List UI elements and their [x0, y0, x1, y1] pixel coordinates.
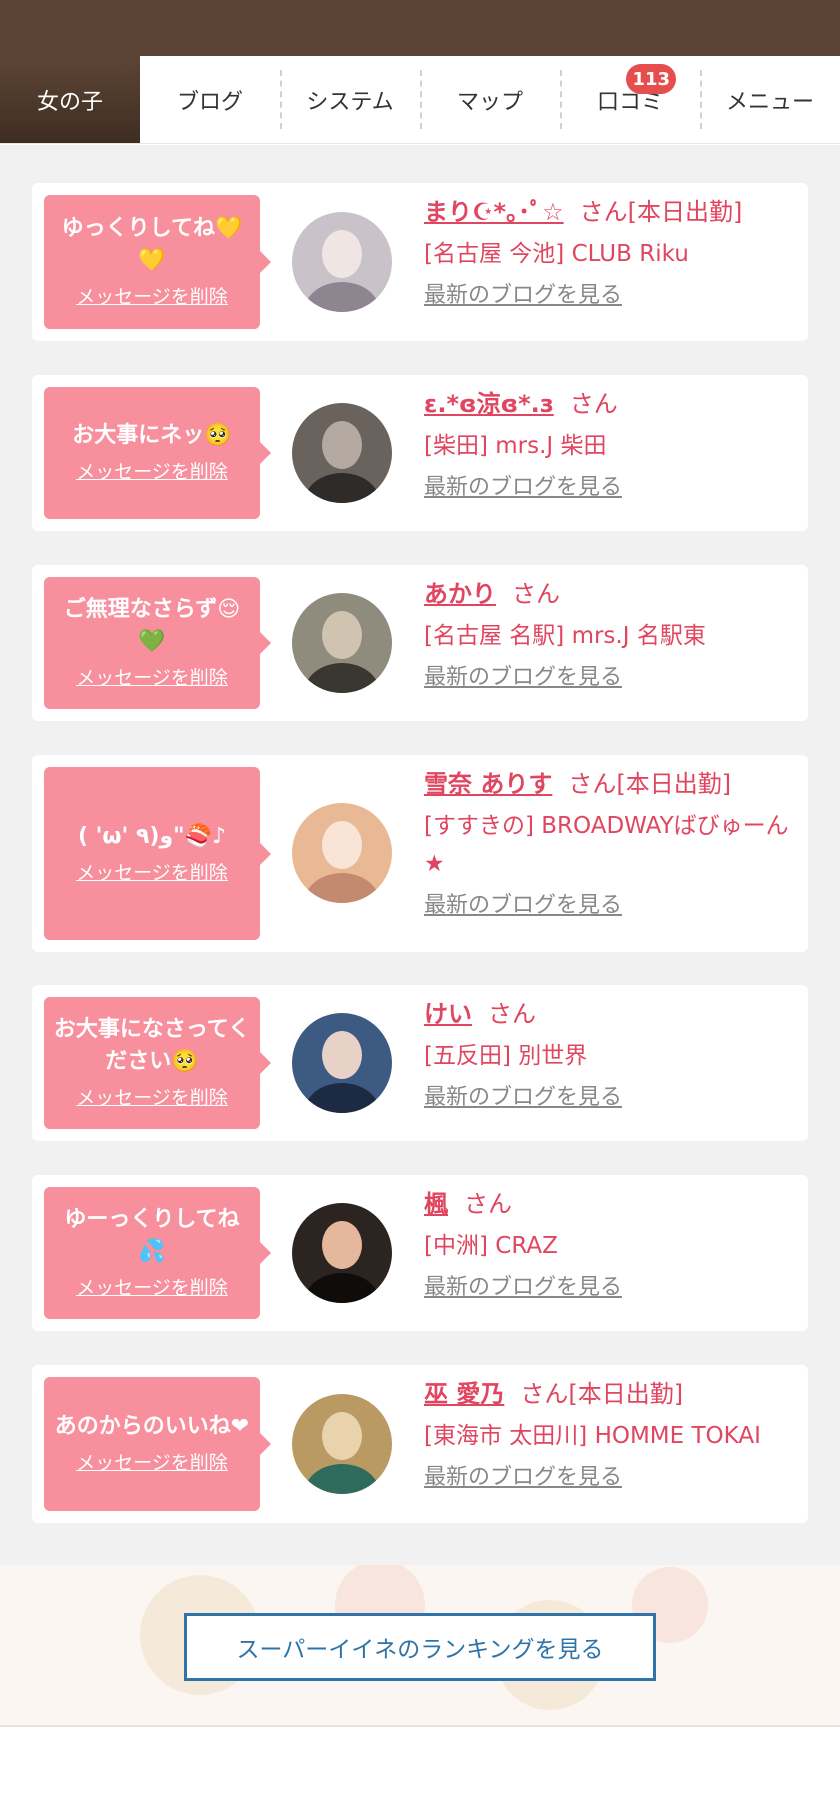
tab-menu[interactable]: メニュー	[700, 56, 840, 143]
shop-label: [柴田] mrs.J 柴田	[424, 433, 607, 459]
girl-avatar[interactable]	[292, 1394, 392, 1494]
latest-blog-link[interactable]: 最新のブログを見る	[424, 1081, 622, 1115]
latest-blog-link[interactable]: 最新のブログを見る	[424, 661, 622, 695]
tab-label: ブログ	[176, 89, 243, 115]
delete-message-link[interactable]: メッセージを削除	[76, 458, 228, 486]
status-label: [本日出勤]	[627, 198, 743, 226]
message-bubble: ご無理なさらず😌💚 メッセージを削除	[44, 577, 271, 709]
girl-info: 楓さん [中洲] CRAZ 最新のブログを見る	[424, 1185, 794, 1305]
tab-label: マップ	[456, 89, 523, 115]
honorific-label: さん	[568, 770, 617, 798]
category-tabs: 女の子 ブログ システム マップ 口コミ 113 メニュー	[0, 56, 840, 144]
honorific-label: さん	[520, 1380, 569, 1408]
girl-name-link[interactable]: 巫 愛乃	[424, 1380, 504, 1408]
girl-name-link[interactable]: 楓	[424, 1190, 448, 1218]
girl-info: ε.*ɞ涼ɞ*.з さん [柴田] mrs.J 柴田 最新のブログを見る	[424, 385, 794, 505]
shop-label: [名古屋 名駅] mrs.J 名駅東	[424, 623, 706, 649]
top-header-bar	[0, 0, 840, 56]
message-bubble: ゆっくりしてね💛💛 メッセージを削除	[44, 195, 271, 329]
message-bubble: お大事になさってください🥺 メッセージを削除	[44, 997, 271, 1129]
girl-avatar[interactable]	[292, 212, 392, 312]
delete-message-link[interactable]: メッセージを削除	[76, 1084, 228, 1112]
footer-divider	[0, 1725, 840, 1727]
honorific-label: さん	[569, 390, 618, 418]
avatar-photo	[292, 803, 392, 903]
delete-message-link[interactable]: メッセージを削除	[76, 859, 228, 887]
tab-blog[interactable]: ブログ	[140, 56, 280, 143]
girl-info: まり☪*｡･ﾟ☆ さん[本日出勤] [名古屋 今池] CLUB Riku 最新のブ…	[424, 193, 794, 313]
message-bubble: お大事にネッ🥺 メッセージを削除	[44, 387, 271, 519]
message-text: あのからのいいね❤	[54, 1414, 250, 1439]
girl-info: あかり さん [名古屋 名駅] mrs.J 名駅東 最新のブログを見る	[424, 575, 794, 695]
message-text: ゆっくりしてね💛💛	[61, 216, 243, 273]
honorific-label: さん	[579, 198, 628, 226]
message-text: ( 'ω' ٩)و"🍣♪	[77, 823, 227, 849]
message-card: ( 'ω' ٩)و"🍣♪ メッセージを削除 雪奈 ありす さん[本日出勤] [すす…	[32, 755, 808, 952]
status-label: [本日出勤]	[616, 770, 732, 798]
message-bubble: ( 'ω' ٩)و"🍣♪ メッセージを削除	[44, 767, 271, 940]
delete-message-link[interactable]: メッセージを削除	[76, 1274, 228, 1302]
girl-avatar[interactable]	[292, 403, 392, 503]
girl-avatar[interactable]	[292, 1203, 392, 1303]
girl-name-link[interactable]: ε.*ɞ涼ɞ*.з	[424, 390, 554, 418]
avatar-photo	[292, 1394, 392, 1494]
status-label: [本日出勤]	[568, 1380, 684, 1408]
girl-info: けい さん [五反田] 別世界 最新のブログを見る	[424, 995, 794, 1115]
reviews-count-badge: 113	[626, 64, 676, 94]
tab-reviews[interactable]: 口コミ 113	[560, 56, 700, 143]
latest-blog-link[interactable]: 最新のブログを見る	[424, 1271, 622, 1305]
latest-blog-link[interactable]: 最新のブログを見る	[424, 889, 622, 923]
girl-name-link[interactable]: あかり	[424, 580, 496, 608]
avatar-photo	[292, 1013, 392, 1113]
shop-label: [東海市 太田川] HOMME TOKAI	[424, 1423, 761, 1449]
tab-system[interactable]: システム	[280, 56, 420, 143]
avatar-photo	[292, 593, 392, 693]
ranking-banner: スーパーイイネのランキングを見る	[0, 1565, 840, 1725]
delete-message-link[interactable]: メッセージを削除	[76, 283, 228, 311]
girl-avatar[interactable]	[292, 1013, 392, 1113]
avatar-photo	[292, 1203, 392, 1303]
delete-message-link[interactable]: メッセージを削除	[76, 1449, 228, 1477]
latest-blog-link[interactable]: 最新のブログを見る	[424, 279, 622, 313]
honorific-label: さん	[464, 1190, 512, 1218]
message-text: ゆーっくりしてね💦	[64, 1207, 240, 1264]
ranking-button[interactable]: スーパーイイネのランキングを見る	[184, 1613, 656, 1681]
girl-avatar[interactable]	[292, 803, 392, 903]
message-bubble: あのからのいいね❤ メッセージを削除	[44, 1377, 271, 1511]
girl-name-link[interactable]: まり☪*｡･ﾟ☆	[424, 198, 564, 226]
message-bubble: ゆーっくりしてね💦 メッセージを削除	[44, 1187, 271, 1319]
delete-message-link[interactable]: メッセージを削除	[76, 664, 228, 692]
shop-label: [五反田] 別世界	[424, 1043, 588, 1069]
message-card: あのからのいいね❤ メッセージを削除 巫 愛乃 さん[本日出勤] [東海市 太田川…	[32, 1365, 808, 1523]
tab-label: 女の子	[36, 89, 103, 115]
girl-avatar[interactable]	[292, 593, 392, 693]
tab-label: システム	[306, 89, 394, 115]
latest-blog-link[interactable]: 最新のブログを見る	[424, 1461, 622, 1495]
tab-label: メニュー	[725, 89, 814, 115]
avatar-photo	[292, 212, 392, 312]
message-text: お大事になさってください🥺	[53, 1017, 251, 1074]
message-text: ご無理なさらず😌💚	[63, 597, 241, 654]
message-card: ゆっくりしてね💛💛 メッセージを削除 まり☪*｡･ﾟ☆ さん[本日出勤] [名古屋…	[32, 183, 808, 341]
girl-info: 雪奈 ありす さん[本日出勤] [すすきの] BROADWAYばびゅーん★ 最新の…	[424, 765, 794, 923]
shop-label: [中洲] CRAZ	[424, 1233, 558, 1259]
message-list: ゆっくりしてね💛💛 メッセージを削除 まり☪*｡･ﾟ☆ さん[本日出勤] [名古屋…	[0, 145, 840, 1565]
honorific-label: さん	[512, 580, 560, 608]
girl-name-link[interactable]: けい	[424, 1000, 472, 1028]
message-card: お大事にネッ🥺 メッセージを削除 ε.*ɞ涼ɞ*.з さん [柴田] mrs.J …	[32, 375, 808, 531]
avatar-photo	[292, 403, 392, 503]
shop-label: [すすきの] BROADWAYばびゅーん★	[424, 813, 789, 877]
girl-name-link[interactable]: 雪奈 ありす	[424, 770, 552, 798]
message-card: お大事になさってください🥺 メッセージを削除 けい さん [五反田] 別世界 最新…	[32, 985, 808, 1141]
message-text: お大事にネッ🥺	[72, 423, 232, 448]
message-card: ゆーっくりしてね💦 メッセージを削除 楓さん [中洲] CRAZ 最新のブログを…	[32, 1175, 808, 1331]
message-card: ご無理なさらず😌💚 メッセージを削除 あかり さん [名古屋 名駅] mrs.J …	[32, 565, 808, 721]
tab-map[interactable]: マップ	[420, 56, 560, 143]
honorific-label: さん	[488, 1000, 536, 1028]
tab-girls[interactable]: 女の子	[0, 56, 140, 143]
shop-label: [名古屋 今池] CLUB Riku	[424, 241, 689, 267]
latest-blog-link[interactable]: 最新のブログを見る	[424, 471, 622, 505]
girl-info: 巫 愛乃 さん[本日出勤] [東海市 太田川] HOMME TOKAI 最新のブロ…	[424, 1375, 794, 1495]
